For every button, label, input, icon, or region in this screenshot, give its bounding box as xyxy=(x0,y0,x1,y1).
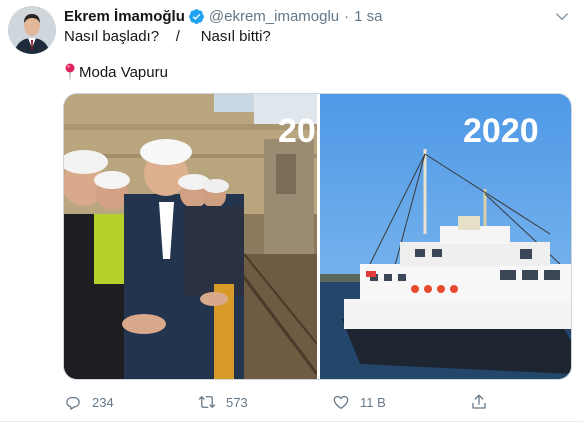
chevron-down-icon[interactable] xyxy=(553,8,571,26)
tweet-actions: 234 573 11 B xyxy=(64,390,504,414)
tweet-text: Nasıl başladı? / Nasıl bitti? xyxy=(64,28,271,45)
tweet-header: Ekrem İmamoğlu @ekrem_imamoglu · 1 sa xyxy=(64,6,383,26)
share-icon xyxy=(472,394,486,409)
header-separator: · xyxy=(344,7,350,25)
media-photo-left[interactable]: 20 xyxy=(64,94,317,379)
tweet-media[interactable]: 20 2020 xyxy=(63,93,572,380)
avatar-image xyxy=(8,6,56,54)
like-button[interactable]: 11 B xyxy=(332,390,386,414)
verified-badge-icon xyxy=(188,8,204,24)
reply-icon xyxy=(66,397,80,410)
retweet-icon xyxy=(198,396,216,408)
left-year-fragment: 20 xyxy=(278,112,316,150)
round-pushpin-icon xyxy=(65,63,75,80)
reply-count: 234 xyxy=(92,394,114,410)
reply-button[interactable]: 234 xyxy=(64,390,114,414)
media-photo-right[interactable]: 2020 xyxy=(320,94,572,379)
author-handle[interactable]: @ekrem_imamoglu xyxy=(209,8,339,25)
retweet-count: 573 xyxy=(226,394,248,410)
author-name[interactable]: Ekrem İmamoğlu xyxy=(64,8,185,25)
tweet-location-line: Moda Vapuru xyxy=(64,63,168,81)
avatar[interactable] xyxy=(8,6,56,54)
location-text: Moda Vapuru xyxy=(79,63,168,81)
right-year-label: 2020 xyxy=(463,112,539,150)
heart-icon xyxy=(333,395,349,410)
share-button[interactable] xyxy=(470,390,498,414)
retweet-button[interactable]: 573 xyxy=(198,390,248,414)
tweet[interactable]: Ekrem İmamoğlu @ekrem_imamoglu · 1 sa Na… xyxy=(0,0,583,422)
like-count: 11 B xyxy=(360,394,386,410)
tweet-timestamp[interactable]: 1 sa xyxy=(354,8,382,25)
